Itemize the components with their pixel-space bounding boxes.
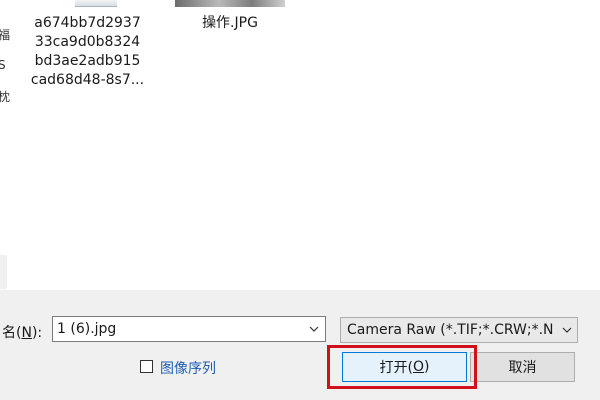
file-item-1[interactable]: a674bb7d2937 33ca9d0b8324 bd3ae2adb915 c… bbox=[20, 14, 155, 90]
image-sequence-label[interactable]: 图像序列 bbox=[160, 358, 216, 378]
filename-input[interactable]: 1 (6).jpg bbox=[57, 321, 116, 337]
file-thumbnail-1[interactable] bbox=[75, 0, 117, 7]
left-scrollbar[interactable] bbox=[0, 255, 7, 289]
file-item-2[interactable]: 操作.JPG bbox=[170, 14, 290, 33]
filetype-value: Camera Raw (*.TIF;*.CRW;*.N bbox=[347, 322, 554, 338]
open-button-suffix: ) bbox=[424, 359, 430, 375]
left-edge-char: 福 bbox=[0, 28, 11, 42]
chevron-down-icon bbox=[562, 327, 572, 333]
image-sequence-checkbox[interactable] bbox=[140, 360, 153, 373]
dialog-footer bbox=[0, 290, 600, 400]
open-button-label: 打开( bbox=[379, 360, 413, 376]
file-name-line: a674bb7d2937 bbox=[34, 15, 141, 31]
filename-label: 名(N): bbox=[2, 322, 42, 342]
left-edge-char: S bbox=[0, 58, 6, 72]
file-name-line: cad68d48-8s7... bbox=[30, 72, 145, 88]
file-name-line: 33ca9d0b8324 bbox=[34, 34, 141, 50]
filename-label-accesskey: N bbox=[21, 325, 32, 341]
left-edge-char: 枕 bbox=[0, 90, 11, 104]
file-thumbnail-2[interactable] bbox=[175, 0, 285, 7]
file-list-pane: a674bb7d2937 33ca9d0b8324 bd3ae2adb915 c… bbox=[0, 0, 600, 290]
open-button[interactable]: 打开(O) bbox=[342, 352, 467, 382]
filename-label-prefix: 名( bbox=[2, 325, 22, 341]
filename-combobox[interactable]: 1 (6).jpg bbox=[52, 316, 326, 342]
filename-label-suffix: ): bbox=[31, 325, 43, 341]
chevron-down-icon[interactable] bbox=[307, 322, 321, 336]
filetype-select[interactable]: Camera Raw (*.TIF;*.CRW;*.N bbox=[340, 317, 578, 343]
file-name: 操作.JPG bbox=[202, 15, 258, 31]
cancel-button-label: 取消 bbox=[508, 360, 537, 376]
open-button-accesskey: O bbox=[412, 359, 425, 375]
cancel-button[interactable]: 取消 bbox=[470, 352, 575, 382]
file-name-line: bd3ae2adb915 bbox=[34, 53, 141, 69]
